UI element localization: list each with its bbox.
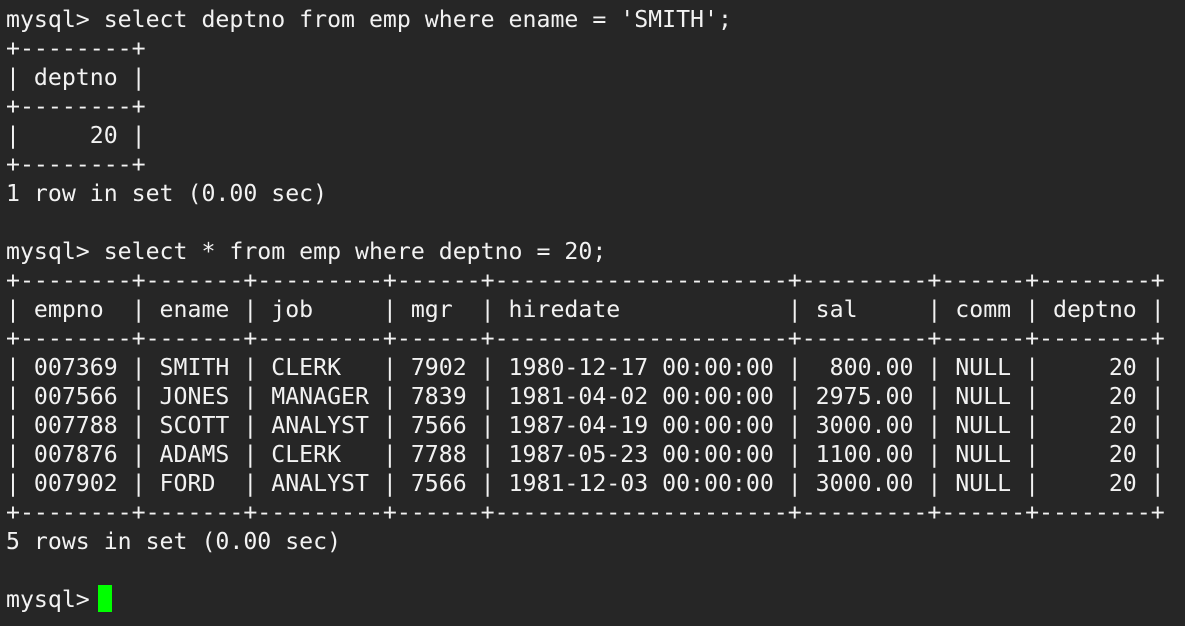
- table-border-top: +--------+-------+---------+------+-----…: [6, 267, 1165, 294]
- result-border-bottom: +--------+: [6, 151, 146, 178]
- result-border-mid: +--------+: [6, 93, 146, 120]
- query-line-2: mysql> select * from emp where deptno = …: [6, 238, 607, 265]
- text-cursor[interactable]: [97, 585, 112, 612]
- table-row: | 007902 | FORD | ANALYST | 7566 | 1981-…: [6, 470, 1165, 497]
- query-line-1: mysql> select deptno from emp where enam…: [6, 6, 732, 33]
- table-row: | 007876 | ADAMS | CLERK | 7788 | 1987-0…: [6, 441, 1165, 468]
- terminal-output: mysql> select deptno from emp where enam…: [6, 5, 1165, 614]
- result-data-row: | 20 |: [6, 122, 146, 149]
- table-row: | 007788 | SCOTT | ANALYST | 7566 | 1987…: [6, 412, 1165, 439]
- table-row: | 007369 | SMITH | CLERK | 7902 | 1980-1…: [6, 354, 1165, 381]
- row-count-line: 1 row in set (0.00 sec): [6, 180, 328, 207]
- table-border-bottom: +--------+-------+---------+------+-----…: [6, 499, 1165, 526]
- result-header-row: | deptno |: [6, 64, 146, 91]
- result-border-top: +--------+: [6, 35, 146, 62]
- row-count-line-2: 5 rows in set (0.00 sec): [6, 528, 342, 555]
- prompt-line[interactable]: mysql>: [6, 585, 1165, 614]
- table-border-mid: +--------+-------+---------+------+-----…: [6, 325, 1165, 352]
- table-row: | 007566 | JONES | MANAGER | 7839 | 1981…: [6, 383, 1165, 410]
- table-header-row: | empno | ename | job | mgr | hiredate |…: [6, 296, 1165, 323]
- mysql-prompt: mysql>: [6, 586, 90, 613]
